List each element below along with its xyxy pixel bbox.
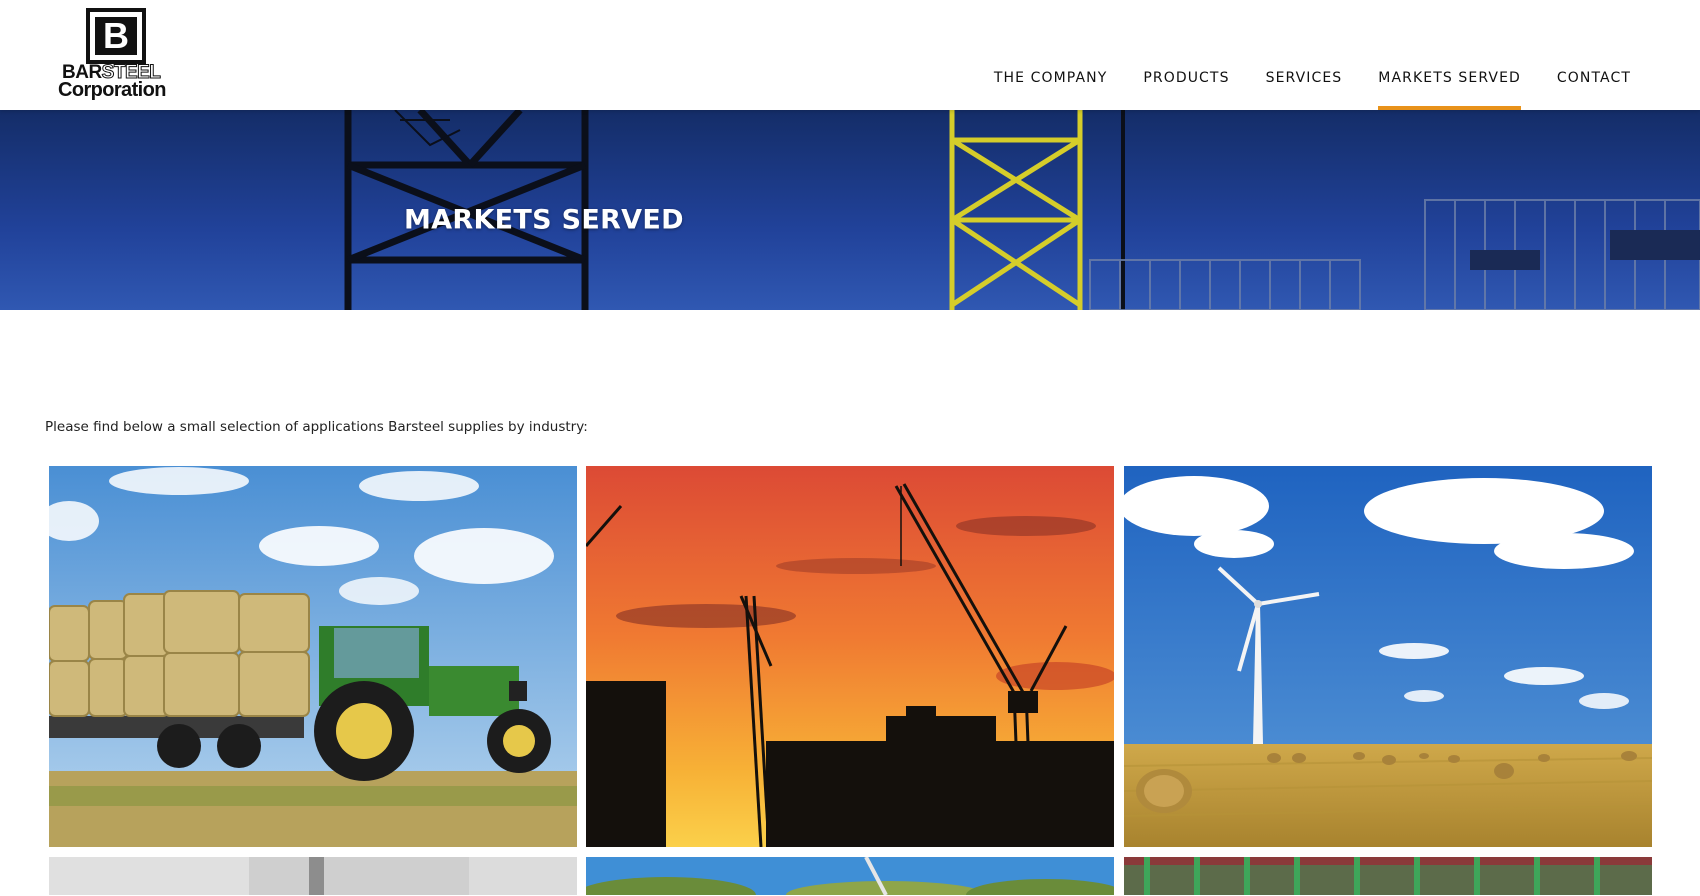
nav-item-contact[interactable]: CONTACT <box>1557 0 1631 110</box>
gallery-tile-construction[interactable] <box>586 466 1114 847</box>
logo-mark: B <box>86 8 146 64</box>
nav-item-markets-served[interactable]: MARKETS SERVED <box>1378 0 1521 110</box>
nav-item-services[interactable]: SERVICES <box>1266 0 1343 110</box>
intro-text: Please find below a small selection of a… <box>45 419 588 435</box>
logo-corporation-text: Corporation <box>58 79 166 101</box>
interior-photo-partial <box>49 857 577 895</box>
wind-turbine-field-photo <box>1124 466 1652 847</box>
gallery-tile-agriculture[interactable] <box>49 466 577 847</box>
gallery-tile-steel-structure[interactable] <box>1124 857 1652 895</box>
main-nav: THE COMPANY PRODUCTS SERVICES MARKETS SE… <box>958 0 1631 110</box>
site-header: B BARSTEEL Corporation THE COMPANY PRODU… <box>0 0 1700 110</box>
gallery-tile-trees[interactable] <box>586 857 1114 895</box>
construction-cranes-sunset-photo <box>586 466 1114 847</box>
barsteel-logo[interactable]: B BARSTEEL Corporation <box>56 8 176 100</box>
hero-banner: MARKETS SERVED <box>0 110 1700 310</box>
logo-mark-letter: B <box>95 17 137 55</box>
page-title: MARKETS SERVED <box>404 204 684 236</box>
steel-structure-photo-partial <box>1124 857 1652 895</box>
hero-background-image <box>0 110 1700 310</box>
gallery-tile-energy[interactable] <box>1124 466 1652 847</box>
nav-item-the-company[interactable]: THE COMPANY <box>994 0 1108 110</box>
tractor-hay-bales-photo <box>49 466 577 847</box>
nav-item-products[interactable]: PRODUCTS <box>1143 0 1229 110</box>
gallery-tile-interior[interactable] <box>49 857 577 895</box>
trees-sky-photo-partial <box>586 857 1114 895</box>
